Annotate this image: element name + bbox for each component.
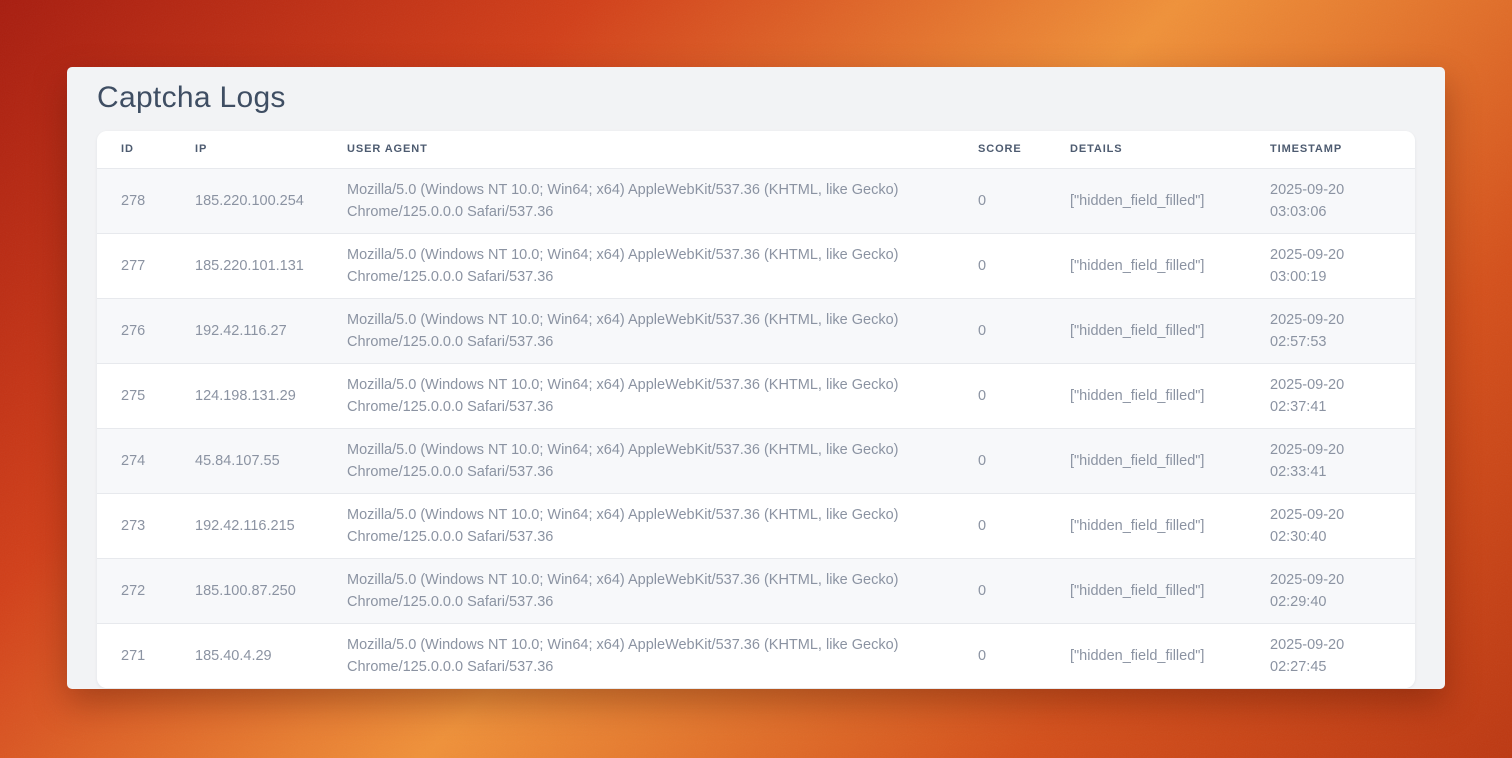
table-row: 276192.42.116.27Mozilla/5.0 (Windows NT …: [97, 298, 1415, 363]
table-row: 271185.40.4.29Mozilla/5.0 (Windows NT 10…: [97, 623, 1415, 688]
cell-ip: 45.84.107.55: [171, 428, 323, 493]
cell-user_agent: Mozilla/5.0 (Windows NT 10.0; Win64; x64…: [323, 168, 954, 233]
table-row: 272185.100.87.250Mozilla/5.0 (Windows NT…: [97, 558, 1415, 623]
cell-ip: 185.220.101.131: [171, 233, 323, 298]
cell-id: 275: [97, 363, 171, 428]
cell-timestamp: 2025-09-20 02:30:40: [1246, 493, 1415, 558]
cell-id: 278: [97, 168, 171, 233]
column-header-user_agent: USER AGENT: [323, 131, 954, 168]
cell-user_agent: Mozilla/5.0 (Windows NT 10.0; Win64; x64…: [323, 298, 954, 363]
cell-score: 0: [954, 428, 1046, 493]
logs-table: IDIPUSER AGENTSCOREDETAILSTIMESTAMP 2781…: [97, 131, 1415, 688]
cell-ip: 124.198.131.29: [171, 363, 323, 428]
page-title: Captcha Logs: [97, 81, 1415, 115]
table-body: 278185.220.100.254Mozilla/5.0 (Windows N…: [97, 168, 1415, 688]
column-header-timestamp: TIMESTAMP: [1246, 131, 1415, 168]
cell-user_agent: Mozilla/5.0 (Windows NT 10.0; Win64; x64…: [323, 493, 954, 558]
cell-score: 0: [954, 623, 1046, 688]
cell-score: 0: [954, 233, 1046, 298]
cell-id: 276: [97, 298, 171, 363]
cell-ip: 185.100.87.250: [171, 558, 323, 623]
cell-timestamp: 2025-09-20 02:57:53: [1246, 298, 1415, 363]
cell-timestamp: 2025-09-20 02:29:40: [1246, 558, 1415, 623]
cell-details: ["hidden_field_filled"]: [1046, 558, 1246, 623]
cell-user_agent: Mozilla/5.0 (Windows NT 10.0; Win64; x64…: [323, 558, 954, 623]
table-row: 275124.198.131.29Mozilla/5.0 (Windows NT…: [97, 363, 1415, 428]
table-header: IDIPUSER AGENTSCOREDETAILSTIMESTAMP: [97, 131, 1415, 168]
column-header-id: ID: [97, 131, 171, 168]
table-row: 27445.84.107.55Mozilla/5.0 (Windows NT 1…: [97, 428, 1415, 493]
cell-user_agent: Mozilla/5.0 (Windows NT 10.0; Win64; x64…: [323, 623, 954, 688]
cell-ip: 192.42.116.215: [171, 493, 323, 558]
cell-score: 0: [954, 168, 1046, 233]
cell-id: 272: [97, 558, 171, 623]
cell-details: ["hidden_field_filled"]: [1046, 233, 1246, 298]
cell-timestamp: 2025-09-20 03:00:19: [1246, 233, 1415, 298]
cell-details: ["hidden_field_filled"]: [1046, 428, 1246, 493]
cell-score: 0: [954, 558, 1046, 623]
cell-details: ["hidden_field_filled"]: [1046, 363, 1246, 428]
cell-timestamp: 2025-09-20 02:37:41: [1246, 363, 1415, 428]
column-header-details: DETAILS: [1046, 131, 1246, 168]
cell-user_agent: Mozilla/5.0 (Windows NT 10.0; Win64; x64…: [323, 363, 954, 428]
cell-details: ["hidden_field_filled"]: [1046, 298, 1246, 363]
cell-id: 271: [97, 623, 171, 688]
cell-timestamp: 2025-09-20 02:27:45: [1246, 623, 1415, 688]
cell-id: 273: [97, 493, 171, 558]
column-header-score: SCORE: [954, 131, 1046, 168]
cell-id: 274: [97, 428, 171, 493]
cell-details: ["hidden_field_filled"]: [1046, 168, 1246, 233]
cell-ip: 185.40.4.29: [171, 623, 323, 688]
table-header-row: IDIPUSER AGENTSCOREDETAILSTIMESTAMP: [97, 131, 1415, 168]
column-header-ip: IP: [171, 131, 323, 168]
cell-ip: 185.220.100.254: [171, 168, 323, 233]
cell-user_agent: Mozilla/5.0 (Windows NT 10.0; Win64; x64…: [323, 428, 954, 493]
cell-id: 277: [97, 233, 171, 298]
cell-score: 0: [954, 493, 1046, 558]
cell-details: ["hidden_field_filled"]: [1046, 623, 1246, 688]
cell-details: ["hidden_field_filled"]: [1046, 493, 1246, 558]
cell-user_agent: Mozilla/5.0 (Windows NT 10.0; Win64; x64…: [323, 233, 954, 298]
table-row: 278185.220.100.254Mozilla/5.0 (Windows N…: [97, 168, 1415, 233]
captcha-logs-table: IDIPUSER AGENTSCOREDETAILSTIMESTAMP 2781…: [97, 131, 1415, 688]
cell-timestamp: 2025-09-20 02:33:41: [1246, 428, 1415, 493]
cell-score: 0: [954, 363, 1046, 428]
captcha-logs-card: Captcha Logs IDIPUSER AGENTSCOREDETAILST…: [67, 67, 1445, 689]
table-row: 277185.220.101.131Mozilla/5.0 (Windows N…: [97, 233, 1415, 298]
cell-timestamp: 2025-09-20 03:03:06: [1246, 168, 1415, 233]
table-row: 273192.42.116.215Mozilla/5.0 (Windows NT…: [97, 493, 1415, 558]
cell-ip: 192.42.116.27: [171, 298, 323, 363]
cell-score: 0: [954, 298, 1046, 363]
